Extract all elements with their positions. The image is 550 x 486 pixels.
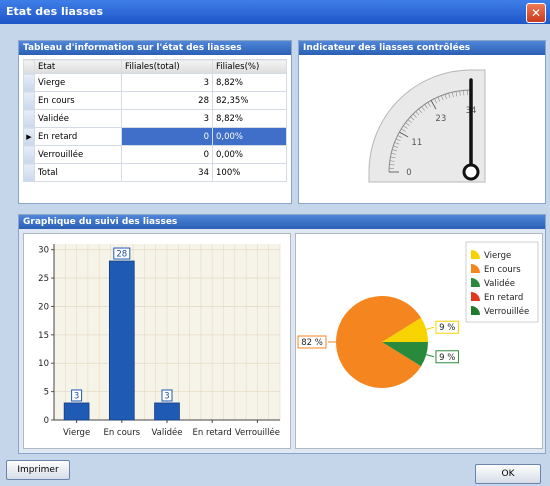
window-title: Etat des liasses	[6, 5, 104, 18]
legend-label: Validée	[484, 278, 515, 289]
cell-total[interactable]: 3	[121, 109, 213, 128]
table-row[interactable]: Verrouillée 0 0,00%	[23, 145, 287, 164]
table-row[interactable]: En cours 28 82,35%	[23, 91, 287, 110]
y-tick-label: 25	[38, 274, 49, 284]
chart-panel: Graphique du suivi des liasses 0 5 10 15 20 2…	[18, 214, 546, 454]
cell-etat[interactable]: En retard	[34, 127, 122, 146]
table-header-row: Etat Filiales(total) Filiales(%)	[23, 59, 287, 74]
bar	[63, 402, 90, 421]
close-button[interactable]: ✕	[526, 3, 546, 23]
chart-panel-title: Graphique du suivi des liasses	[19, 215, 545, 229]
legend-label: En cours	[484, 265, 521, 275]
data-label: 3	[74, 391, 79, 401]
cell-pct[interactable]: 0,00%	[212, 145, 287, 164]
table-row[interactable]: Total 34 100%	[23, 163, 287, 182]
y-tick-label: 20	[38, 302, 49, 312]
cell-etat[interactable]: Vierge	[34, 73, 122, 92]
cell-pct[interactable]: 100%	[212, 163, 287, 182]
slice-leader	[426, 354, 435, 358]
legend-label: Vierge	[484, 251, 511, 261]
y-tick-label: 0	[44, 416, 49, 426]
cell-pct[interactable]: 8,82%	[212, 109, 287, 128]
row-header-corner	[23, 59, 35, 74]
cell-etat[interactable]: Validée	[34, 109, 122, 128]
cell-total[interactable]: 0	[121, 145, 213, 164]
gauge-panel: Indicateur des liasses contrôlées 011233…	[298, 40, 546, 204]
table-panel-title: Tableau d'information sur l'état des lia…	[19, 41, 291, 55]
data-label: 3	[164, 391, 169, 401]
table-row[interactable]: Validée 3 8,82%	[23, 109, 287, 128]
pie-chart-frame: 9 % 82 % 9 % Vierge En cours Validée En retard…	[295, 233, 543, 449]
slice-label: 9 %	[439, 323, 455, 333]
row-selector[interactable]	[23, 73, 35, 92]
column-header-total[interactable]: Filiales(total)	[121, 59, 213, 74]
data-label: 28	[116, 250, 127, 260]
row-selector[interactable]	[23, 163, 35, 182]
x-tick-label: En cours	[103, 428, 140, 438]
cell-total[interactable]: 34	[121, 163, 213, 182]
slice-label: 82 %	[301, 338, 323, 348]
gauge-tick-label: 0	[406, 168, 411, 178]
cell-pct[interactable]: 82,35%	[212, 91, 287, 110]
print-button[interactable]: Imprimer	[6, 460, 70, 480]
legend-label: Verrouillée	[484, 306, 529, 317]
bar-chart-frame: 0 5 10 15 20 25 30 3 Vierge 28 En cours 3 Validée En …	[23, 233, 291, 449]
title-bar[interactable]: Etat des liasses ✕	[0, 0, 550, 24]
x-tick-label: Verrouillée	[235, 427, 280, 438]
bar	[154, 402, 180, 421]
table-row[interactable]: Vierge 3 8,82%	[23, 73, 287, 92]
gauge-panel-title: Indicateur des liasses contrôlées	[299, 41, 545, 55]
cell-etat[interactable]: Verrouillée	[34, 145, 122, 164]
y-tick-label: 10	[38, 359, 49, 369]
cell-total[interactable]: 0	[121, 127, 213, 146]
x-tick-label: Validée	[152, 427, 183, 438]
x-tick-label: Vierge	[63, 428, 90, 438]
pie-chart: 9 % 82 % 9 % Vierge En cours Validée En retard…	[297, 241, 539, 388]
cell-pct[interactable]: 0,00%	[212, 127, 287, 146]
slice-label: 9 %	[439, 353, 455, 363]
cell-etat[interactable]: Total	[34, 163, 122, 182]
y-tick-label: 5	[44, 388, 49, 398]
row-selector[interactable]	[23, 91, 35, 110]
x-tick-label: En retard	[193, 428, 232, 438]
y-tick-label: 15	[38, 331, 49, 341]
cell-total[interactable]: 3	[121, 73, 213, 92]
row-selector[interactable]: ▶	[23, 127, 35, 146]
current-row-arrow-icon: ▶	[26, 132, 32, 141]
gauge: 0112334	[368, 69, 486, 183]
table-panel: Tableau d'information sur l'état des lia…	[18, 40, 292, 204]
gauge-tick-label: 23	[435, 114, 446, 124]
status-table: Etat Filiales(total) Filiales(%) Vierge …	[23, 59, 287, 182]
cell-pct[interactable]: 8,82%	[212, 73, 287, 92]
legend-label: En retard	[484, 293, 523, 303]
gauge-hub	[462, 163, 480, 181]
table-row-selected[interactable]: ▶ En retard 0 0,00%	[23, 127, 287, 146]
column-header-pct[interactable]: Filiales(%)	[212, 59, 287, 74]
cell-total[interactable]: 28	[121, 91, 213, 110]
cell-etat[interactable]: En cours	[34, 91, 122, 110]
bar-chart: 0 5 10 15 20 25 30 3 Vierge 28 En cours 3 Validée En …	[38, 244, 281, 438]
bar	[108, 260, 135, 421]
close-icon: ✕	[530, 6, 542, 20]
slice-leader	[426, 326, 435, 330]
column-header-etat[interactable]: Etat	[34, 59, 122, 74]
dialog-window: Etat des liasses ✕ Tableau d'information…	[0, 0, 550, 486]
row-selector[interactable]	[23, 145, 35, 164]
row-selector[interactable]	[23, 109, 35, 128]
ok-button[interactable]: OK	[475, 464, 541, 484]
y-tick-label: 30	[38, 246, 49, 256]
gauge-tick-label: 11	[411, 138, 422, 148]
